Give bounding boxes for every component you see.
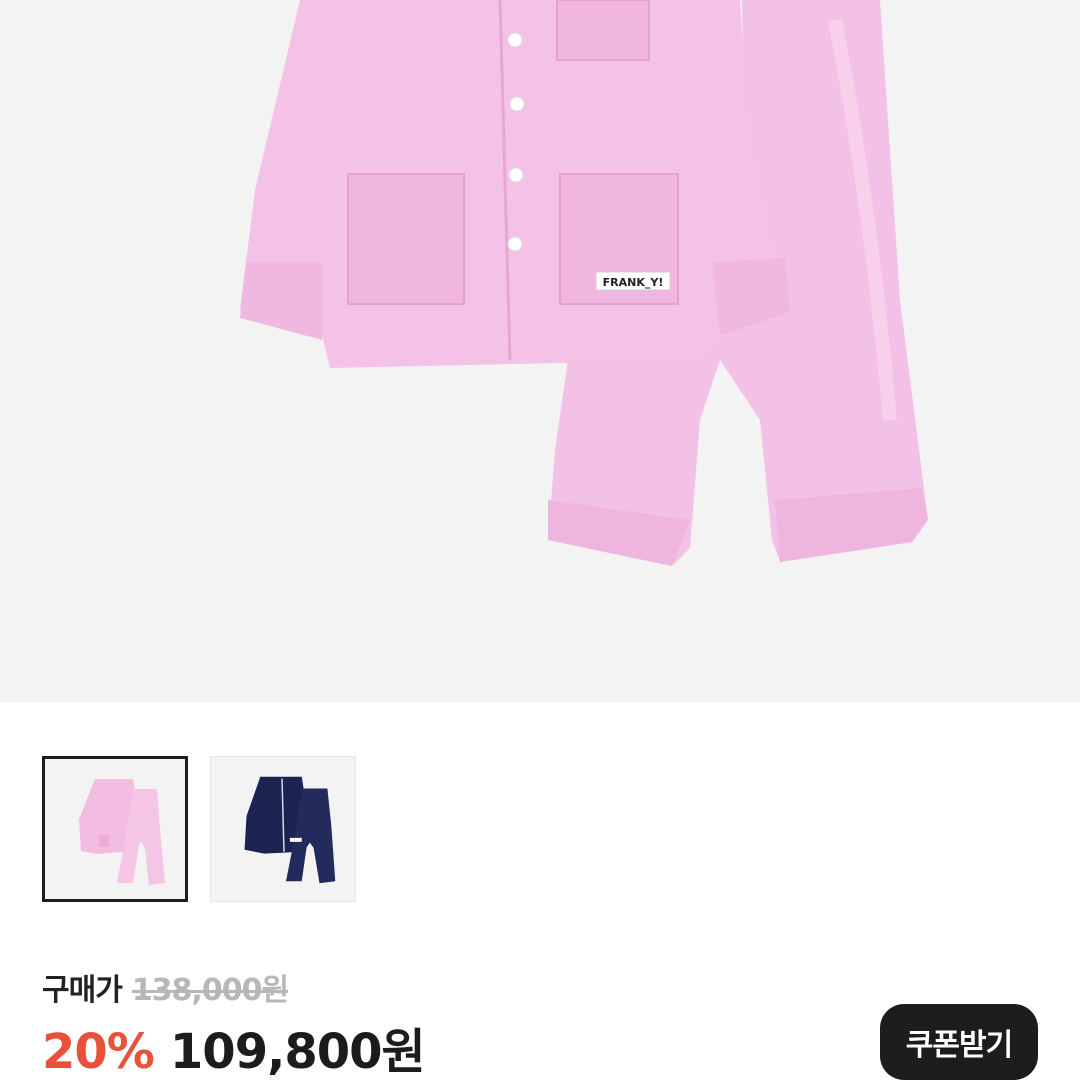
- purchase-price-label: 구매가: [42, 973, 123, 1008]
- original-price: 138,000원: [131, 973, 289, 1008]
- thumbnail-list: [42, 756, 356, 902]
- discount-rate: 20%: [42, 1024, 155, 1080]
- thumbnail-pink[interactable]: [42, 756, 188, 902]
- final-price: 109,800원: [169, 1024, 426, 1080]
- pink-pajama-thumb-image: [79, 779, 165, 885]
- pajama-illustration: FRANK_Y!: [240, 0, 928, 566]
- thumbnail-navy[interactable]: [210, 756, 356, 902]
- brand-label-text: FRANK_Y!: [603, 276, 664, 289]
- navy-pajama-thumb-image: [244, 776, 336, 884]
- final-price-row: 20% 109,800원: [42, 1012, 426, 1082]
- get-coupon-button[interactable]: 쿠폰받기: [880, 1004, 1038, 1080]
- product-main-image: FRANK_Y!: [0, 0, 1080, 702]
- price-label-row: 구매가 138,000원: [42, 965, 289, 1009]
